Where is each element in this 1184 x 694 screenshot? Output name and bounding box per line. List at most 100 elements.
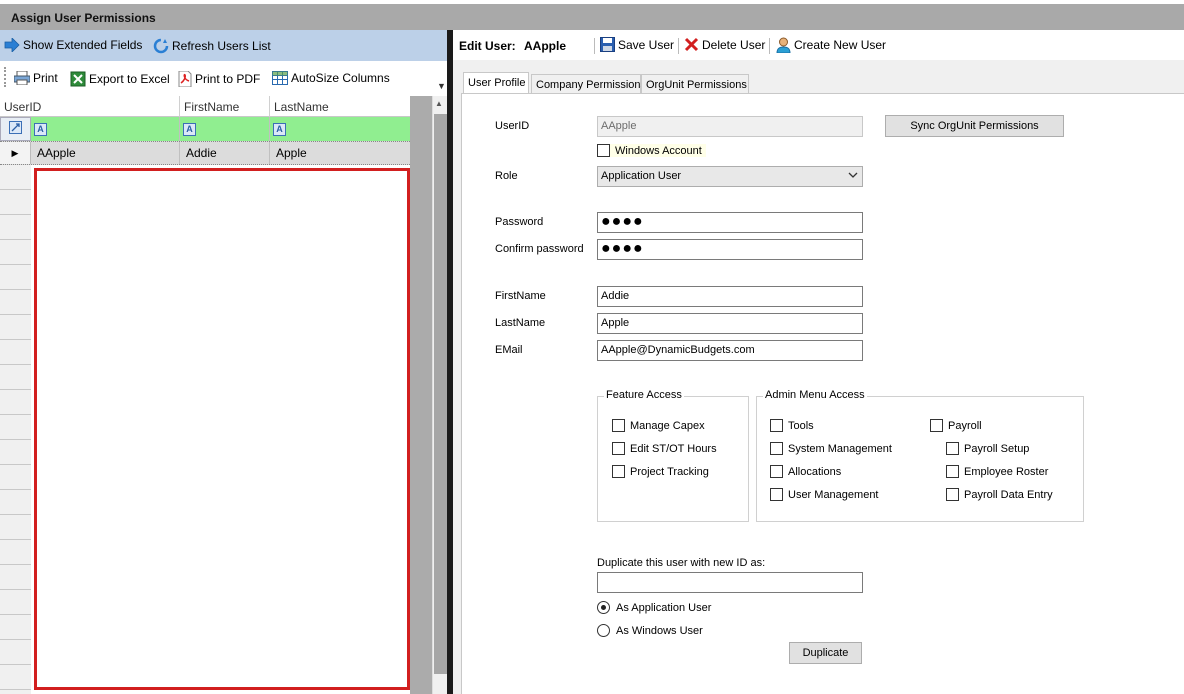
- save-user-label: Save User: [618, 37, 675, 52]
- filter-icon: A: [34, 122, 47, 136]
- grid-header: UserID FirstName LastName: [0, 96, 410, 117]
- checkbox-box: [612, 419, 625, 432]
- filter-icon: A: [273, 122, 286, 136]
- print-pdf-button[interactable]: Print to PDF: [178, 71, 260, 87]
- arrow-right-icon: [4, 38, 20, 52]
- filter-cell-firstname[interactable]: A: [180, 117, 270, 141]
- toolbar-separator: [678, 38, 679, 54]
- filter-cell-userid[interactable]: A: [31, 117, 180, 141]
- toolbar-overflow-icon[interactable]: ▼: [437, 81, 446, 91]
- checkbox-box: [770, 488, 783, 501]
- confirm-password-label: Confirm password: [495, 243, 584, 255]
- duplicate-button[interactable]: Duplicate: [789, 642, 862, 664]
- window-title-bar: Assign User Permissions: [0, 4, 1184, 30]
- autosize-columns-button[interactable]: AutoSize Columns: [272, 71, 390, 85]
- save-user-button[interactable]: Save User: [600, 37, 674, 52]
- checkbox-box: [946, 488, 959, 501]
- employee-roster-label: Employee Roster: [964, 465, 1049, 478]
- tab-company-permissions[interactable]: Company Permissions: [531, 74, 646, 94]
- table-icon: [272, 71, 288, 85]
- cell-userid[interactable]: AApple: [31, 142, 180, 164]
- user-management-label: User Management: [788, 488, 879, 501]
- delete-user-button[interactable]: Delete User: [684, 37, 765, 52]
- user-add-icon: [776, 37, 791, 53]
- email-field[interactable]: AApple@DynamicBudgets.com: [597, 340, 863, 361]
- delete-user-label: Delete User: [702, 37, 766, 52]
- refresh-icon: [153, 38, 169, 54]
- as-application-user-label: As Application User: [616, 601, 712, 614]
- grid-filter-row: A A A: [0, 117, 410, 141]
- column-header-userid[interactable]: UserID: [0, 96, 180, 117]
- password-label: Password: [495, 216, 544, 228]
- userid-label: UserID: [495, 120, 530, 132]
- userid-field[interactable]: AApple: [597, 116, 863, 137]
- as-windows-user-label: As Windows User: [616, 624, 703, 637]
- edit-user-pane: Edit User: AApple Save User Delete User …: [453, 30, 1184, 694]
- manage-capex-checkbox[interactable]: Manage Capex: [612, 419, 705, 432]
- scroll-up-icon[interactable]: ▲: [435, 99, 443, 108]
- grid-vertical-scrollbar[interactable]: ▲: [432, 96, 447, 694]
- column-header-firstname[interactable]: FirstName: [180, 96, 270, 117]
- highlight-box: [34, 168, 410, 690]
- confirm-password-field[interactable]: ●●●●: [597, 239, 863, 260]
- table-row[interactable]: ▶ AApple Addie Apple: [0, 141, 410, 165]
- role-label: Role: [495, 170, 518, 182]
- firstname-field[interactable]: Addie: [597, 286, 863, 307]
- user-management-checkbox[interactable]: User Management: [770, 488, 879, 501]
- feature-access-group: Feature Access Manage Capex Edit ST/OT H…: [597, 389, 749, 522]
- show-extended-fields-label: Show Extended Fields: [23, 38, 143, 52]
- filter-row-header[interactable]: [0, 117, 31, 141]
- tools-checkbox[interactable]: Tools: [770, 419, 814, 432]
- column-header-lastname[interactable]: LastName: [270, 96, 410, 117]
- chevron-down-icon: [848, 170, 858, 183]
- checkbox-box: [946, 442, 959, 455]
- employee-roster-checkbox[interactable]: Employee Roster: [946, 465, 1048, 478]
- pdf-icon: [178, 71, 192, 87]
- export-excel-button[interactable]: Export to Excel: [70, 71, 170, 87]
- filter-clear-icon: [9, 121, 22, 137]
- project-tracking-checkbox[interactable]: Project Tracking: [612, 465, 709, 478]
- print-button[interactable]: Print: [14, 71, 58, 85]
- payroll-data-entry-checkbox[interactable]: Payroll Data Entry: [946, 488, 1053, 501]
- lastname-field[interactable]: Apple: [597, 313, 863, 334]
- users-grid: UserID FirstName LastName A A A ▶ AApple…: [0, 96, 432, 694]
- allocations-label: Allocations: [788, 465, 842, 478]
- windows-account-label: Windows Account: [615, 144, 702, 157]
- checkbox-box: [612, 465, 625, 478]
- refresh-users-button[interactable]: Refresh Users List: [153, 38, 271, 54]
- cell-firstname[interactable]: Addie: [180, 142, 270, 164]
- print-pdf-label: Print to PDF: [195, 72, 261, 86]
- toolbar-separator: [769, 38, 770, 54]
- project-tracking-label: Project Tracking: [630, 465, 709, 478]
- window-title: Assign User Permissions: [11, 11, 156, 25]
- password-field[interactable]: ●●●●: [597, 212, 863, 233]
- tab-user-profile[interactable]: User Profile: [463, 72, 529, 95]
- windows-account-checkbox[interactable]: Windows Account: [597, 144, 706, 157]
- edit-user-value: AApple: [524, 39, 566, 53]
- allocations-checkbox[interactable]: Allocations: [770, 465, 841, 478]
- create-new-user-label: Create New User: [794, 38, 887, 52]
- checkbox-box: [612, 442, 625, 455]
- role-select-value: Application User: [601, 170, 682, 182]
- system-management-checkbox[interactable]: System Management: [770, 442, 892, 455]
- payroll-setup-checkbox[interactable]: Payroll Setup: [946, 442, 1029, 455]
- refresh-users-label: Refresh Users List: [172, 39, 271, 53]
- duplicate-userid-input[interactable]: [597, 572, 863, 593]
- filter-cell-lastname[interactable]: A: [270, 117, 410, 141]
- tab-orgunit-permissions[interactable]: OrgUnit Permissions: [641, 74, 749, 94]
- as-windows-user-radio[interactable]: As Windows User: [597, 624, 703, 637]
- sync-orgunit-permissions-button[interactable]: Sync OrgUnit Permissions: [885, 115, 1064, 137]
- scrollbar-thumb[interactable]: [434, 114, 447, 674]
- feature-access-title: Feature Access: [604, 389, 684, 401]
- edit-st-ot-hours-checkbox[interactable]: Edit ST/OT Hours: [612, 442, 717, 455]
- system-management-label: System Management: [788, 442, 892, 455]
- users-toolbar: Show Extended Fields Refresh Users List: [0, 30, 447, 61]
- edit-user-label: Edit User:: [459, 39, 516, 53]
- payroll-checkbox[interactable]: Payroll: [930, 419, 982, 432]
- as-application-user-radio[interactable]: As Application User: [597, 601, 711, 614]
- edit-st-ot-hours-label: Edit ST/OT Hours: [630, 442, 717, 455]
- cell-lastname[interactable]: Apple: [270, 142, 410, 164]
- create-new-user-button[interactable]: Create New User: [776, 37, 886, 53]
- role-select[interactable]: Application User: [597, 166, 863, 187]
- show-extended-fields-button[interactable]: Show Extended Fields: [4, 38, 142, 52]
